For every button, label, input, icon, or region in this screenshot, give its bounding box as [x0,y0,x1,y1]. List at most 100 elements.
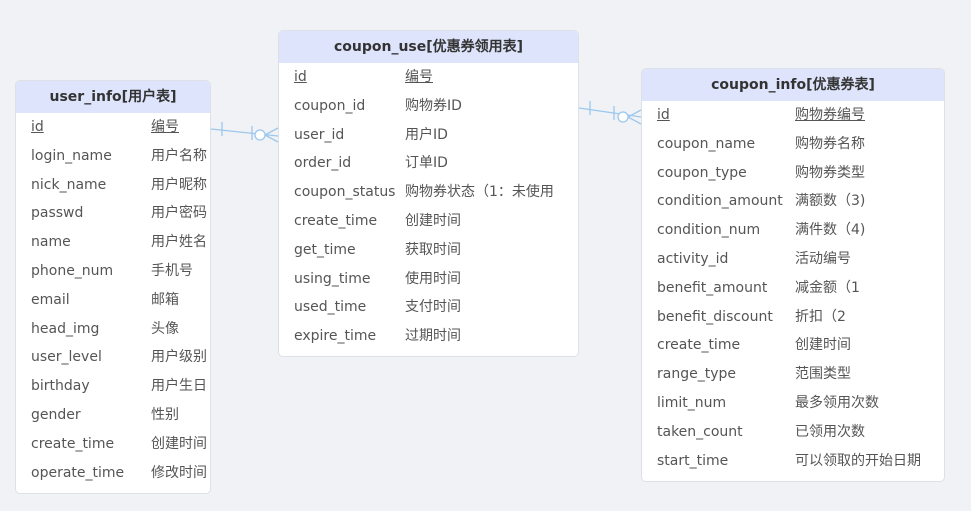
field-description: 支付时间 [405,299,461,316]
link-user-info-coupon-use [210,122,279,143]
primary-key-name: id [294,69,307,85]
coupon-info-field-row[interactable]: benefit_discount 折扣（2 [642,303,944,332]
field-name: limit_num [657,394,727,411]
coupon-use-field-row[interactable]: coupon_id 购物券ID [279,92,578,121]
field-description: 订单ID [405,155,448,172]
user-info-field-row[interactable]: user_level 用户级别 [16,343,210,372]
coupon-info-table[interactable]: coupon_info[优惠券表] id 购物券编号 coupon_name 购物券名… [641,68,945,482]
field-description: 创建时间 [151,435,207,452]
field-name: nick_name [31,176,107,193]
coupon-use-table[interactable]: coupon_use[优惠券领用表] id 编号 coupon_id 购物券ID use… [278,30,579,357]
field-name: passwd [31,205,84,222]
user-info-field-row[interactable]: phone_num 手机号 [16,257,210,286]
user-info-field-row[interactable]: head_img 头像 [16,315,210,344]
field-description: 可以领取的开始日期 [795,452,921,469]
field-description: 购物券编号 [795,107,865,123]
field-name: user_level [31,349,102,366]
field-name: activity_id [657,250,729,267]
user-info-field-row[interactable]: email 邮箱 [16,286,210,315]
field-description: 购物券类型 [795,164,865,181]
field-name: order_id [294,155,352,172]
field-description: 过期时间 [405,328,461,345]
field-name: name [31,234,71,251]
user-info-field-row[interactable]: login_name 用户名称 [16,142,210,171]
field-name: condition_num [657,222,761,239]
coupon-info-field-row[interactable]: condition_num 满件数（4) [642,216,944,245]
coupon-use-field-row[interactable]: id 编号 [279,63,578,92]
field-name: head_img [31,320,100,337]
coupon-use-field-row[interactable]: order_id 订单ID [279,149,578,178]
coupon-use-table-title[interactable]: coupon_use[优惠券领用表] [279,31,578,63]
user-info-field-row[interactable]: birthday 用户生日 [16,372,210,401]
user-info-field-row[interactable]: operate_time 修改时间 [16,459,210,488]
coupon-use-field-row[interactable]: user_id 用户ID [279,121,578,150]
user-info-table-title[interactable]: user_info[用户表] [16,81,210,113]
user-info-field-row[interactable]: passwd 用户密码 [16,199,210,228]
coupon-use-field-row[interactable]: create_time 创建时间 [279,207,578,236]
field-name: start_time [657,452,729,469]
coupon-info-field-row[interactable]: start_time 可以领取的开始日期 [642,447,944,476]
field-name: create_time [31,435,115,452]
field-name: get_time [294,241,356,258]
field-name: email [31,291,70,308]
field-name: operate_time [31,464,125,481]
user-info-field-row[interactable]: id 编号 [16,113,210,142]
coupon-info-field-row[interactable]: coupon_name 购物券名称 [642,130,944,159]
field-description: 用户名称 [151,147,207,164]
field-description: 满件数（4) [795,222,866,239]
field-description: 编号 [405,69,433,85]
coupon-use-field-row[interactable]: get_time 获取时间 [279,236,578,265]
user-info-field-row[interactable]: nick_name 用户昵称 [16,171,210,200]
field-name: gender [31,406,81,423]
field-description: 邮箱 [151,291,179,308]
field-description: 购物券ID [405,97,462,114]
field-description: 用户生日 [151,378,207,395]
field-name: coupon_id [294,97,366,114]
field-name: coupon_type [657,164,747,181]
field-description: 折扣（2 [795,308,846,325]
coupon-info-table-title[interactable]: coupon_info[优惠券表] [642,69,944,101]
coupon-info-field-row[interactable]: limit_num 最多领用次数 [642,389,944,418]
field-name: using_time [294,270,371,287]
field-name: user_id [294,126,345,143]
coupon-info-field-row[interactable]: create_time 创建时间 [642,331,944,360]
field-name: expire_time [294,328,377,345]
field-description: 减金额（1 [795,279,860,296]
field-name: birthday [31,378,90,395]
coupon-info-field-row[interactable]: condition_amount 满额数（3) [642,187,944,216]
field-description: 范围类型 [795,366,851,383]
coupon-info-field-row[interactable]: coupon_type 购物券类型 [642,159,944,188]
field-description: 用户姓名 [151,234,207,251]
user-info-field-row[interactable]: gender 性别 [16,401,210,430]
field-name: login_name [31,147,112,164]
field-name: condition_amount [657,193,783,210]
field-description: 性别 [151,406,179,423]
field-name: create_time [294,212,378,229]
link-coupon-use-coupon-info [578,101,642,125]
user-info-field-row[interactable]: name 用户姓名 [16,228,210,257]
primary-key-name: id [657,107,670,123]
coupon-use-field-row[interactable]: using_time 使用时间 [279,265,578,294]
field-name: taken_count [657,423,743,440]
field-description: 满额数（3) [795,193,866,210]
field-name: used_time [294,299,367,316]
field-name: range_type [657,366,736,383]
field-description: 手机号 [151,262,193,279]
coupon-info-field-list: id 购物券编号 coupon_name 购物券名称 coupon_type 购物券类型 c… [642,101,944,475]
coupon-info-field-row[interactable]: range_type 范围类型 [642,360,944,389]
coupon-info-field-row[interactable]: id 购物券编号 [642,101,944,130]
field-description: 头像 [151,320,179,337]
coupon-use-field-row[interactable]: coupon_status 购物券状态（1：未使用 [279,178,578,207]
field-description: 已领用次数 [795,423,865,440]
coupon-use-field-row[interactable]: used_time 支付时间 [279,293,578,322]
user-info-table[interactable]: user_info[用户表] id 编号 login_name 用户名称 nick_na… [15,80,211,494]
coupon-info-field-row[interactable]: benefit_amount 减金额（1 [642,274,944,303]
coupon-use-field-row[interactable]: expire_time 过期时间 [279,322,578,351]
coupon-info-field-row[interactable]: activity_id 活动编号 [642,245,944,274]
user-info-field-row[interactable]: create_time 创建时间 [16,430,210,459]
field-name: coupon_status [294,184,396,201]
field-description: 最多领用次数 [795,394,879,411]
field-description: 用户级别 [151,349,207,366]
coupon-info-field-row[interactable]: taken_count 已领用次数 [642,418,944,447]
field-description: 用户ID [405,126,448,143]
